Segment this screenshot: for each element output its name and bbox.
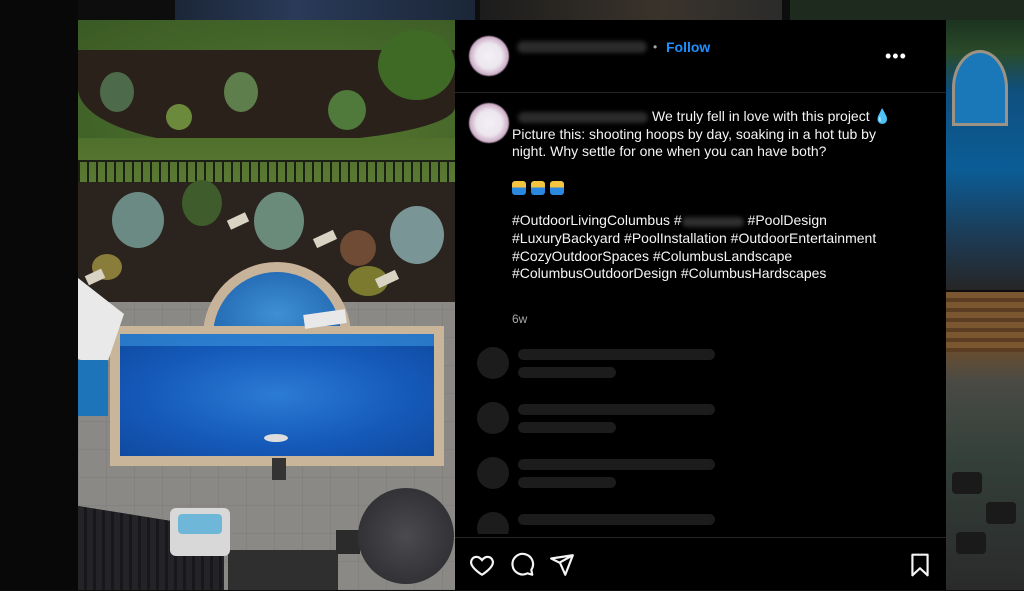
- comment-skeleton: [477, 347, 727, 381]
- photo-hot-tub-water: [178, 514, 222, 534]
- caption-intro: We truly fell in love with this project: [652, 108, 870, 124]
- emoji-row: [512, 179, 898, 197]
- more-icon[interactable]: •••: [885, 46, 907, 67]
- photo-side-water: [78, 360, 108, 416]
- skeleton-avatar: [477, 457, 509, 489]
- caption-username-blurred[interactable]: [518, 111, 648, 123]
- photo-shrub: [182, 180, 222, 226]
- feed-tile-top-2[interactable]: [480, 0, 782, 20]
- hashtag-line[interactable]: #OutdoorLivingColumbus # #PoolDesign: [512, 212, 898, 230]
- caption-first-line: We truly fell in love with this project …: [496, 108, 891, 126]
- skeleton-line: [518, 477, 616, 488]
- photo-shrub: [254, 192, 304, 250]
- photo-tree: [378, 30, 455, 100]
- skeleton-line: [518, 367, 616, 378]
- avatar[interactable]: [469, 36, 509, 76]
- water-drop-emoji: 💧: [873, 108, 891, 124]
- photo-shrub: [390, 206, 444, 264]
- photo-shrub: [328, 90, 366, 130]
- post-timestamp[interactable]: 6w: [512, 312, 527, 326]
- post-media-image[interactable]: [78, 20, 455, 590]
- thumbnail-chair: [956, 532, 986, 554]
- feed-tile-right-patio[interactable]: [946, 292, 1024, 590]
- skeleton-line: [518, 349, 715, 360]
- thumbnail-pool: [952, 50, 1008, 126]
- skeleton-avatar: [477, 402, 509, 434]
- photo-umbrella-base: [336, 530, 360, 554]
- skeleton-line: [518, 422, 616, 433]
- skeleton-avatar: [477, 347, 509, 379]
- hashtags: #OutdoorLivingColumbus # #PoolDesign #Lu…: [512, 212, 898, 282]
- skeleton-line: [518, 459, 715, 470]
- hashtag-line[interactable]: #CozyOutdoorSpaces #ColumbusLandscape: [512, 248, 898, 266]
- photo-shrub: [100, 72, 134, 112]
- swimmer-emoji: [531, 181, 545, 196]
- feed-tile-top-3[interactable]: [790, 0, 1024, 20]
- caption-body-wrap: Picture this: shooting hoops by day, soa…: [512, 126, 888, 161]
- swimmer-emoji: [550, 181, 564, 196]
- skeleton-line: [518, 514, 715, 525]
- post-details-panel: • Follow ••• We truly fell in love with …: [455, 20, 946, 590]
- thumbnail-chair: [986, 502, 1016, 524]
- thumbnail-pergola: [946, 292, 1024, 352]
- post-caption: We truly fell in love with this project …: [512, 108, 898, 283]
- photo-basketball-hoop: [264, 434, 288, 442]
- action-bar: [455, 537, 946, 591]
- feed-tile-right-pool[interactable]: [946, 20, 1024, 290]
- heart-icon[interactable]: [469, 552, 495, 578]
- swimmer-emoji: [512, 181, 526, 196]
- hashtag-blurred[interactable]: [681, 216, 744, 227]
- comment-skeleton: [477, 457, 727, 491]
- hashtag-text[interactable]: #PoolDesign: [744, 212, 827, 228]
- photo-dark-umbrella: [358, 488, 454, 584]
- photo-shrub: [166, 104, 192, 130]
- photo-shrub: [340, 230, 376, 266]
- feed-tile-top-1[interactable]: [175, 0, 475, 20]
- photo-hoop-base: [272, 458, 286, 480]
- hashtag-line[interactable]: #ColumbusOutdoorDesign #ColumbusHardscap…: [512, 265, 898, 283]
- skeleton-avatar: [477, 512, 509, 534]
- comment-skeleton: [477, 512, 727, 534]
- bookmark-icon[interactable]: [907, 552, 933, 578]
- hashtag-text[interactable]: #OutdoorLivingColumbus #: [512, 212, 682, 228]
- username-blurred[interactable]: [517, 41, 647, 53]
- send-icon[interactable]: [549, 552, 575, 578]
- caption-body: Picture this: shooting hoops by day, soa…: [512, 125, 876, 160]
- separator-dot: •: [653, 40, 658, 54]
- post-header: • Follow •••: [455, 20, 946, 93]
- thumbnail-chair: [952, 472, 982, 494]
- photo-patio-furniture: [228, 550, 338, 590]
- hashtag-line[interactable]: #LuxuryBackyard #PoolInstallation #Outdo…: [512, 230, 898, 248]
- feed-background-left: [0, 0, 78, 590]
- photo-shrub: [224, 72, 258, 112]
- caption-first-line-content: We truly fell in love with this project …: [518, 108, 891, 124]
- post-modal: • Follow ••• We truly fell in love with …: [78, 20, 946, 590]
- follow-button[interactable]: Follow: [666, 39, 710, 55]
- skeleton-line: [518, 404, 715, 415]
- photo-pool-ledge: [120, 334, 434, 346]
- comment-icon[interactable]: [509, 552, 535, 578]
- photo-shrub: [112, 192, 164, 248]
- comment-skeleton: [477, 402, 727, 436]
